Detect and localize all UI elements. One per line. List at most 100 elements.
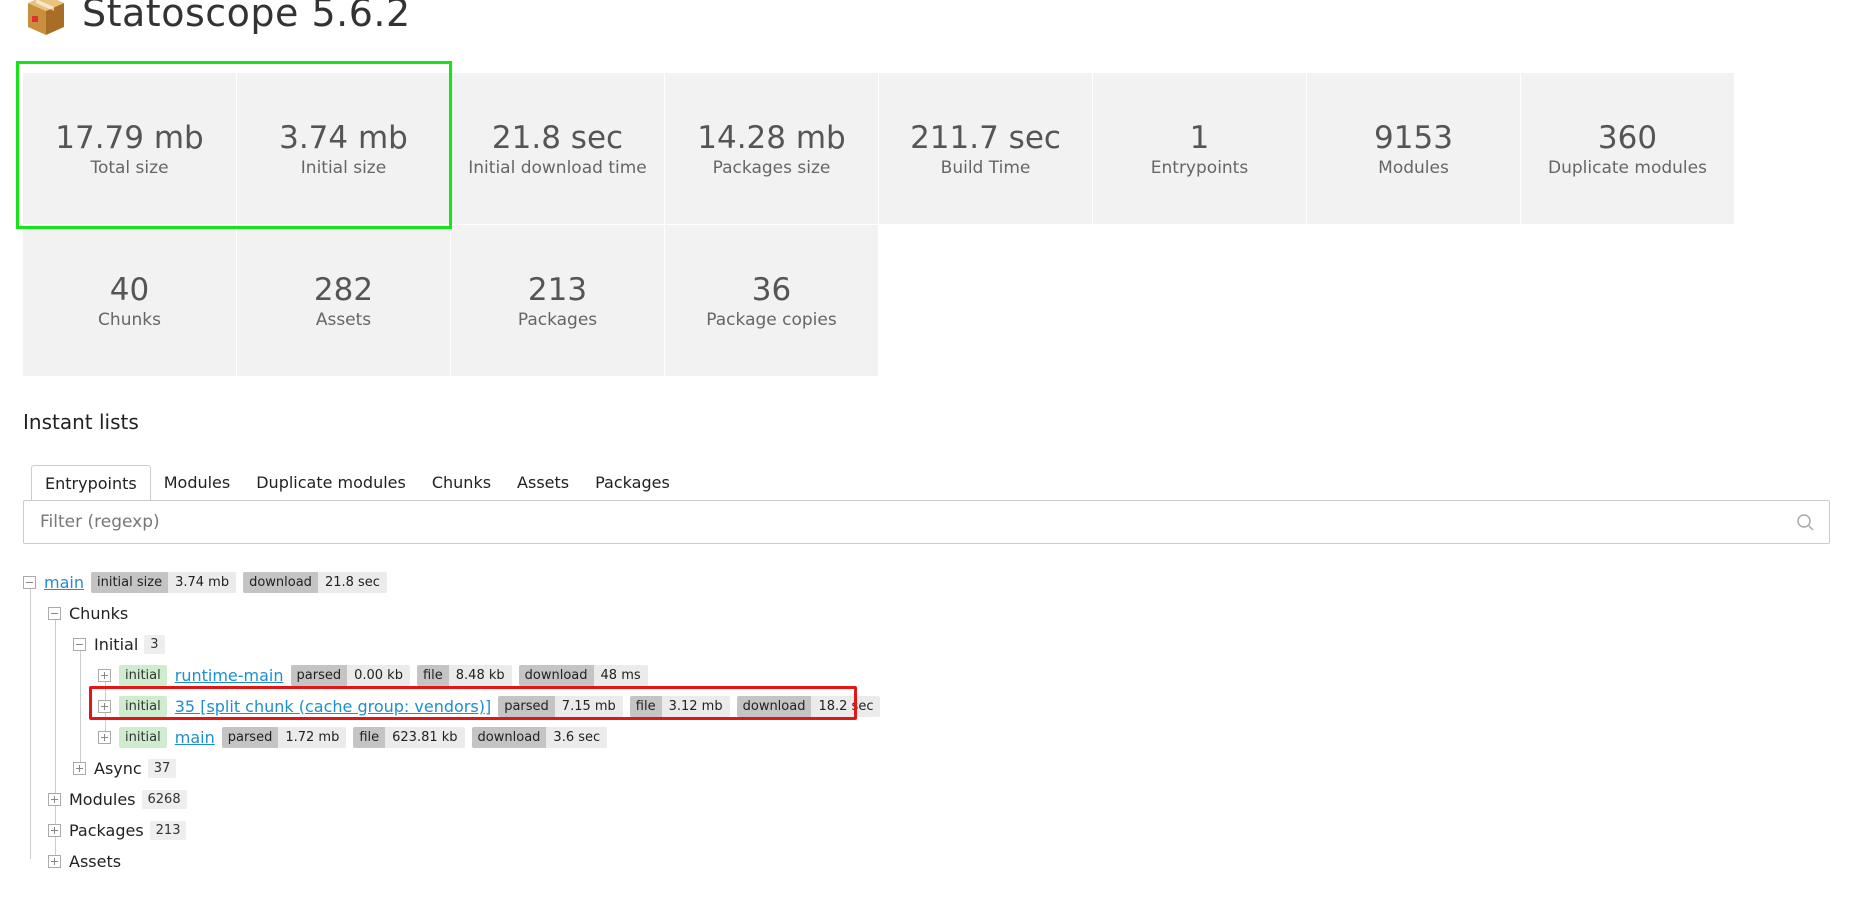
stat-label: Entrypoints [1150,157,1249,178]
chunk-row: initial 35 [split chunk (cache group: ve… [98,694,881,718]
expand-toggle-icon[interactable] [98,730,111,744]
initial-badge: initial [119,726,167,748]
initial-count: 3 [144,634,165,654]
stat-package-copies[interactable]: 36 Package copies [665,225,878,376]
pill-value: 623.81 kb [385,726,465,748]
pill-value: 1.72 mb [278,726,347,748]
expand-toggle-icon[interactable] [48,792,61,806]
stat-value: 213 [527,271,588,308]
package-box-icon [22,0,70,35]
chunk-link[interactable]: 35 [split chunk (cache group: vendors)] [175,697,491,716]
pill-key: parsed [290,664,348,686]
file-pill: file 8.48 kb [416,664,512,686]
parsed-pill: parsed 1.72 mb [221,726,347,748]
stat-value: 40 [109,271,150,308]
instant-lists-title: Instant lists [23,410,139,434]
pill-key: download [471,726,547,748]
download-pill: download 18.2 sec [736,695,881,717]
stat-label: Modules [1378,157,1449,178]
filter-input[interactable] [24,502,1791,542]
tree-row-assets: Assets [48,849,121,873]
download-pill: download 48 ms [518,664,648,686]
stat-label: Chunks [98,309,161,330]
stat-entrypoints[interactable]: 1 Entrypoints [1093,73,1306,224]
stat-duplicate-modules[interactable]: 360 Duplicate modules [1521,73,1734,224]
stat-label: Assets [315,309,372,330]
tab-modules[interactable]: Modules [151,465,244,501]
stat-total-size[interactable]: 17.79 mb Total size [23,73,236,224]
parsed-pill: parsed 0.00 kb [290,664,410,686]
stat-value: 9153 [1374,119,1453,156]
stat-initial-size[interactable]: 3.74 mb Initial size [237,73,450,224]
pill-value: 3.74 mb [168,571,237,593]
tab-assets[interactable]: Assets [504,465,582,501]
packages-label: Packages [69,820,144,840]
stat-label: Package copies [706,309,837,330]
stat-packages[interactable]: 213 Packages [451,225,664,376]
tree-row-entrypoint-main: main initial size 3.74 mb download 21.8 se… [23,570,387,594]
tab-entrypoints[interactable]: Entrypoints [31,465,151,501]
pill-value: 18.2 sec [811,695,881,717]
entrypoint-main-link[interactable]: main [44,573,84,592]
packages-count: 213 [149,820,187,840]
download-pill: download 21.8 sec [243,571,387,593]
stat-modules[interactable]: 9153 Modules [1307,73,1520,224]
chunk-row: initial runtime-main parsed 0.00 kb file 8… [98,663,648,687]
expand-toggle-icon[interactable] [48,854,61,868]
stat-label: Packages size [712,157,831,178]
app-title: Statoscope 5.6.2 [82,0,411,35]
assets-label: Assets [69,851,122,871]
collapse-toggle-icon[interactable] [73,637,86,651]
tab-chunks[interactable]: Chunks [419,465,504,501]
chunk-link[interactable]: main [175,728,215,747]
pill-value: 3.12 mb [661,695,730,717]
pill-key: initial size [90,571,169,593]
tab-duplicate-modules[interactable]: Duplicate modules [243,465,419,501]
search-icon[interactable] [1791,507,1821,537]
filter-box [23,500,1830,544]
pill-key: file [416,664,449,686]
file-pill: file 623.81 kb [353,726,465,748]
stat-label: Initial download time [468,157,647,178]
initial-label: Initial [94,634,139,654]
pill-key: parsed [221,726,279,748]
collapse-toggle-icon[interactable] [23,575,36,589]
chunk-link[interactable]: runtime-main [175,666,284,685]
stat-chunks[interactable]: 40 Chunks [23,225,236,376]
stat-value: 14.28 mb [697,119,846,156]
pill-value: 3.6 sec [546,726,608,748]
pill-key: download [243,571,318,593]
tree-row-initial: Initial 3 [73,632,165,656]
expand-toggle-icon[interactable] [98,699,111,713]
tree-guide [30,587,31,859]
stat-label: Duplicate modules [1548,157,1707,178]
stat-value: 3.74 mb [279,119,408,156]
stat-assets[interactable]: 282 Assets [237,225,450,376]
pill-value: 21.8 sec [317,571,387,593]
async-label: Async [94,758,142,778]
pill-key: parsed [498,695,555,717]
pill-value: 0.00 kb [347,664,410,686]
collapse-toggle-icon[interactable] [48,606,61,620]
stat-label: Total size [90,157,169,178]
stat-value: 282 [313,271,374,308]
tab-packages[interactable]: Packages [582,465,683,501]
initial-size-pill: initial size 3.74 mb [90,571,237,593]
stat-value: 360 [1597,119,1658,156]
stat-packages-size[interactable]: 14.28 mb Packages size [665,73,878,224]
expand-toggle-icon[interactable] [73,761,86,775]
stat-label: Build Time [940,157,1031,178]
file-pill: file 3.12 mb [629,695,730,717]
stat-build-time[interactable]: 211.7 sec Build Time [879,73,1092,224]
tree-row-async: Async 37 [73,756,177,780]
stat-label: Initial size [300,157,387,178]
async-count: 37 [147,758,177,778]
expand-toggle-icon[interactable] [98,668,111,682]
initial-badge: initial [119,664,167,686]
stat-value: 36 [751,271,792,308]
chunks-label: Chunks [69,603,129,623]
stat-initial-download-time[interactable]: 21.8 sec Initial download time [451,73,664,224]
stat-value: 21.8 sec [491,119,624,156]
pill-key: file [629,695,662,717]
expand-toggle-icon[interactable] [48,823,61,837]
